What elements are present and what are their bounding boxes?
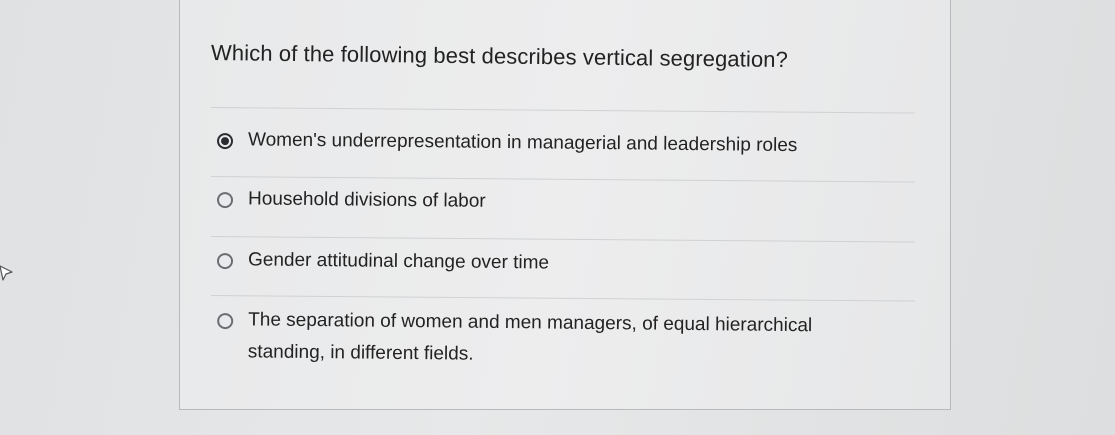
mouse-pointer-icon: [0, 265, 13, 281]
answer-option-label[interactable]: Household divisions of labor: [248, 183, 486, 217]
answer-option-4[interactable]: The separation of women and men managers…: [217, 309, 888, 375]
radio-button-icon[interactable]: [216, 253, 234, 270]
answer-option-label[interactable]: Women's underrepresentation in manageria…: [248, 124, 798, 162]
answer-option-label[interactable]: The separation of women and men managers…: [248, 304, 888, 375]
radio-button-icon[interactable]: [216, 192, 234, 209]
radio-selected-icon[interactable]: [216, 133, 234, 150]
radio-button-icon[interactable]: [217, 313, 234, 330]
answer-option-label[interactable]: Gender attitudinal change over time: [248, 244, 549, 279]
